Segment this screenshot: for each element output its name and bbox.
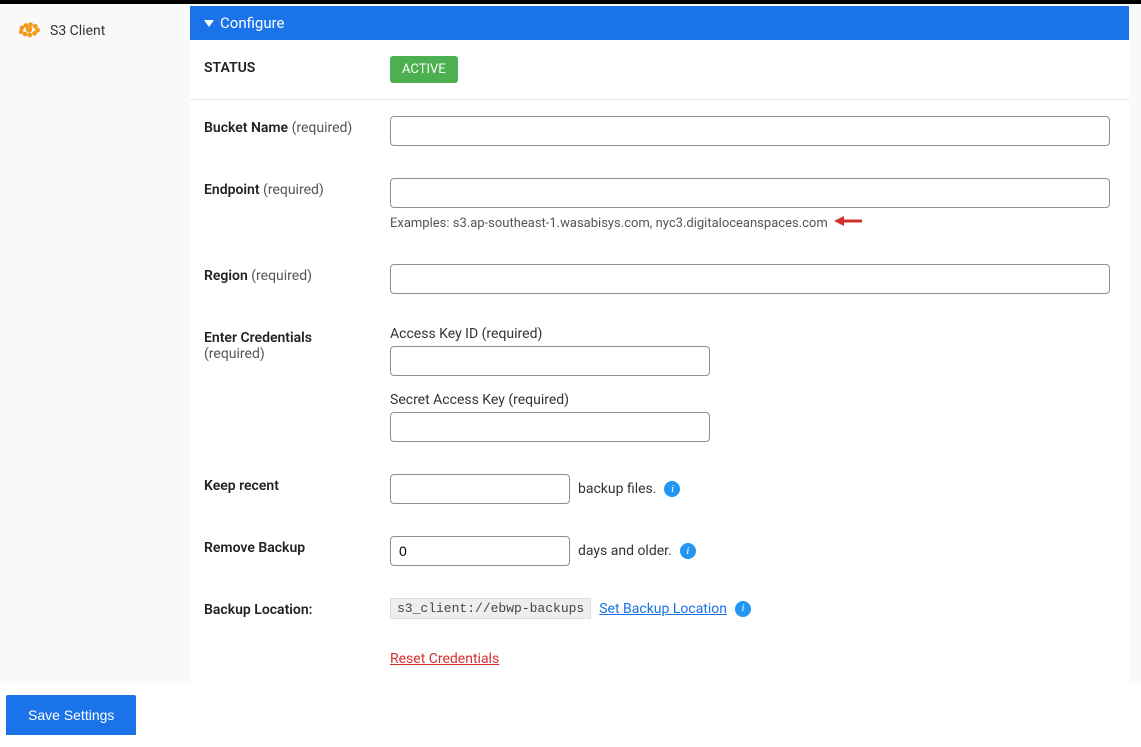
backup-location-row: Backup Location: s3_client://ebwp-backup… xyxy=(190,582,1129,635)
access-key-input[interactable] xyxy=(390,346,710,376)
panel-title: Configure xyxy=(220,14,285,32)
remove-backup-suffix: days and older. xyxy=(578,543,672,559)
footer: Save Settings xyxy=(0,683,1141,747)
region-row: Region (required) xyxy=(190,248,1129,310)
info-icon[interactable]: i xyxy=(664,481,680,497)
remove-backup-input[interactable] xyxy=(390,536,570,566)
save-settings-button[interactable]: Save Settings xyxy=(6,695,136,735)
status-badge: ACTIVE xyxy=(390,56,458,83)
sidebar-item-label: S3 Client xyxy=(50,23,105,39)
info-icon[interactable]: i xyxy=(680,543,696,559)
bucket-name-label: Bucket Name (required) xyxy=(204,116,390,136)
arrow-annotation-icon xyxy=(834,214,864,232)
status-label: STATUS xyxy=(204,56,390,76)
remove-backup-label: Remove Backup xyxy=(204,536,390,556)
secret-key-input[interactable] xyxy=(390,412,710,442)
backup-location-path: s3_client://ebwp-backups xyxy=(390,598,591,619)
keep-recent-label: Keep recent xyxy=(204,474,390,494)
reset-credentials-link[interactable]: Reset Credentials xyxy=(390,651,499,667)
bucket-name-row: Bucket Name (required) xyxy=(190,100,1129,162)
sidebar-item-s3-client[interactable]: S3 Client xyxy=(16,16,182,46)
sidebar: S3 Client xyxy=(0,4,190,683)
keep-recent-suffix: backup files. xyxy=(578,481,656,497)
info-icon[interactable]: i xyxy=(735,601,751,617)
endpoint-row: Endpoint (required) Examples: s3.ap-sout… xyxy=(190,162,1129,248)
bucket-name-input[interactable] xyxy=(390,116,1110,146)
set-backup-location-link[interactable]: Set Backup Location xyxy=(599,601,727,617)
reset-credentials-row: Reset Credentials xyxy=(190,635,1129,683)
region-input[interactable] xyxy=(390,264,1110,294)
endpoint-label: Endpoint (required) xyxy=(204,178,390,198)
s3-cloud-icon xyxy=(16,20,42,42)
endpoint-input[interactable] xyxy=(390,178,1110,208)
endpoint-helper: Examples: s3.ap-southeast-1.wasabisys.co… xyxy=(390,214,1110,232)
panel-header[interactable]: Configure xyxy=(190,6,1129,40)
panel-body: STATUS ACTIVE Bucket Name (required) End… xyxy=(190,40,1129,683)
secret-key-label: Secret Access Key (required) xyxy=(390,392,710,408)
region-label: Region (required) xyxy=(204,264,390,284)
access-key-label: Access Key ID (required) xyxy=(390,326,710,342)
remove-backup-row: Remove Backup days and older. i xyxy=(190,520,1129,582)
backup-location-label: Backup Location: xyxy=(204,598,390,618)
credentials-row: Enter Credentials (required) Access Key … xyxy=(190,310,1129,458)
credentials-label: Enter Credentials (required) xyxy=(204,326,390,362)
keep-recent-input[interactable] xyxy=(390,474,570,504)
chevron-down-icon xyxy=(204,20,214,27)
main-panel: Configure STATUS ACTIVE Bucket Name (req… xyxy=(190,6,1129,683)
status-row: STATUS ACTIVE xyxy=(190,40,1129,100)
keep-recent-row: Keep recent backup files. i xyxy=(190,458,1129,520)
app-container: S3 Client Configure STATUS ACTIVE Bucket… xyxy=(0,4,1141,683)
